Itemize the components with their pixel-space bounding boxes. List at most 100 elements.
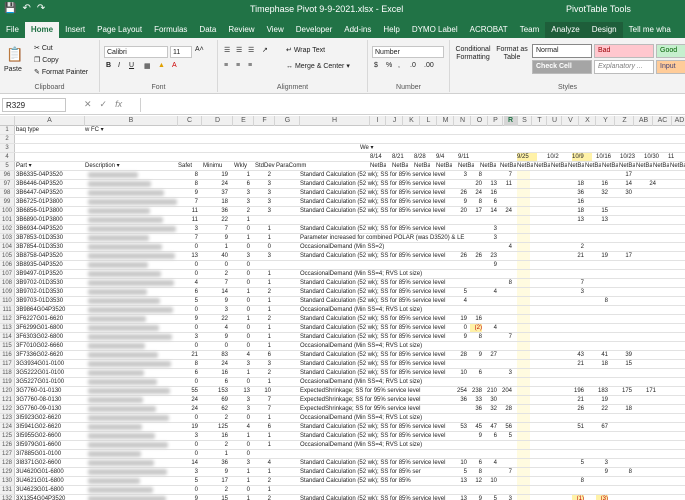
minimum-header[interactable]: Minimu (203, 162, 233, 170)
part-cell[interactable]: 3G5227G01-0100 (16, 378, 84, 386)
netbal-cell[interactable]: 47 (485, 423, 497, 431)
part-cell[interactable]: 3U4620G01-6800 (16, 468, 84, 476)
part-cell[interactable]: 3G3934G01-0100 (16, 360, 84, 368)
stddev-cell[interactable]: 6 (257, 423, 271, 431)
part-cell[interactable]: 3B7853-01D3530 (16, 234, 84, 242)
tab-view[interactable]: View (261, 22, 290, 38)
netbal-cell[interactable]: 23 (485, 252, 497, 260)
minimum-cell[interactable]: 18 (206, 198, 228, 206)
column-header-u[interactable]: U (548, 116, 562, 126)
netbal-cell[interactable]: 12 (470, 477, 482, 485)
column-header-p[interactable]: P (489, 116, 503, 126)
column-header-h[interactable]: H (300, 116, 370, 126)
safety-cell[interactable]: 8 (180, 360, 198, 368)
safety-cell[interactable]: 24 (180, 405, 198, 413)
weekly-cell[interactable]: 1 (236, 315, 250, 323)
column-header-ac[interactable]: AC (654, 116, 672, 126)
minimum-cell[interactable]: 22 (206, 315, 228, 323)
safety-cell[interactable]: 0 (180, 261, 198, 269)
filter-dropdown[interactable]: w FC ▾ (85, 126, 177, 134)
minimum-cell[interactable]: 9 (206, 234, 228, 242)
column-header-d[interactable]: D (203, 116, 233, 126)
paracomm-cell[interactable]: Standard Calculation (52 wk); SS for 85%… (300, 171, 466, 179)
netbal-cell[interactable]: 9 (470, 351, 482, 359)
minimum-cell[interactable]: 19 (206, 171, 228, 179)
safety-cell[interactable]: 6 (180, 288, 198, 296)
netbal-cell[interactable]: 7 (500, 171, 512, 179)
netbal-cell[interactable]: 6 (485, 432, 497, 440)
row-number[interactable]: 120 (0, 387, 15, 395)
safety-cell[interactable]: 8 (180, 180, 198, 188)
weekly-cell[interactable]: 1 (236, 216, 250, 224)
merge-center-button[interactable]: ↔ Merge & Center ▾ (286, 62, 350, 70)
part-cell[interactable]: 3I5923G02-6620 (16, 414, 84, 422)
netbal-cell[interactable]: 0 (455, 324, 467, 332)
orientation-icon[interactable]: ↗ (262, 46, 268, 54)
stddev-cell[interactable]: 2 (257, 369, 271, 377)
paracomm-cell[interactable]: ExpectedShrinkage; SS for 95% service le… (300, 405, 466, 413)
netbal-cell[interactable]: 21 (572, 252, 584, 260)
part-cell[interactable]: 3G7760-09-0130 (16, 405, 84, 413)
paracomm-cell[interactable]: ExpectedShrinkage; SS for 95% service le… (300, 387, 466, 395)
netbal-cell[interactable]: 8 (596, 297, 608, 305)
netbal-cell[interactable]: 6 (470, 459, 482, 467)
part-cell[interactable]: 3B7854-01D3530 (16, 243, 84, 251)
row-number[interactable]: 104 (0, 243, 15, 251)
netbal-cell[interactable]: 2 (572, 243, 584, 251)
paracomm-cell[interactable]: Parameter increased for combined POLAR (… (300, 234, 466, 242)
row-number[interactable]: 1 (0, 126, 15, 134)
stddev-cell[interactable]: 1 (257, 225, 271, 233)
netbal-cell[interactable]: 13 (455, 477, 467, 485)
weekly-cell[interactable]: 0 (236, 306, 250, 314)
column-header-v[interactable]: V (563, 116, 579, 126)
part-cell[interactable]: 3I8371G02-6600 (16, 459, 84, 467)
netbal-cell[interactable]: 33 (470, 396, 482, 404)
stddev-cell[interactable]: 1 (257, 279, 271, 287)
netbal-cell[interactable]: 9 (455, 333, 467, 341)
column-header-s[interactable]: S (518, 116, 532, 126)
paracomm-cell[interactable]: OccasionalDemand (Min SS=4; RVS Lot size… (300, 270, 466, 278)
safety-cell[interactable]: 5 (180, 477, 198, 485)
wrap-text-button[interactable]: ↵ Wrap Text (286, 46, 325, 54)
part-cell[interactable]: 3B6856-01P3800 (16, 207, 84, 215)
paracomm-cell[interactable]: Standard Calculation (52 wk); SS for 85%… (300, 360, 466, 368)
minimum-cell[interactable]: 125 (206, 423, 228, 431)
stddev-cell[interactable]: 1 (257, 378, 271, 386)
paracomm-cell[interactable] (300, 216, 466, 224)
weekly-cell[interactable]: 1 (236, 369, 250, 377)
netbal-cell[interactable]: 8 (470, 171, 482, 179)
minimum-cell[interactable]: 7 (206, 225, 228, 233)
row-number[interactable]: 132 (0, 495, 15, 500)
italic-button[interactable]: I (118, 62, 120, 69)
worksheet-grid[interactable]: 1 baq type w FC ▾ 2 3 We ▾ 4 8/14 8/21 8/28 9/4 9/1… (0, 126, 685, 500)
minimum-cell[interactable]: 9 (206, 333, 228, 341)
stddev-cell[interactable]: 2 (257, 288, 271, 296)
stddev-cell[interactable]: 1 (257, 324, 271, 332)
decrease-decimal-icon[interactable]: .00 (424, 62, 434, 69)
netbal-cell[interactable]: 16 (485, 189, 497, 197)
row-number[interactable]: 108 (0, 279, 15, 287)
format-as-table-button[interactable]: Format as Table (494, 46, 530, 62)
stddev-cell[interactable]: 2 (257, 315, 271, 323)
netbal-cell[interactable]: 7 (500, 468, 512, 476)
stddev-cell[interactable]: 1 (257, 306, 271, 314)
netbal-cell[interactable]: 3 (485, 225, 497, 233)
weekly-cell[interactable]: 0 (236, 342, 250, 350)
tab-page-layout[interactable]: Page Layout (91, 22, 148, 38)
stddev-cell[interactable]: 4 (257, 459, 271, 467)
safety-cell[interactable]: 0 (180, 486, 198, 494)
netbal-cell[interactable]: 196 (572, 387, 584, 395)
tab-team[interactable]: Team (514, 22, 546, 38)
row-number[interactable]: 99 (0, 198, 15, 206)
paracomm-cell[interactable]: Standard Calculation (52 wk); SS for 85%… (300, 324, 466, 332)
tab-file[interactable]: File (0, 22, 25, 38)
netbal-cell[interactable]: 6 (470, 369, 482, 377)
netbal-cell[interactable]: 27 (485, 351, 497, 359)
netbal-cell[interactable]: 4 (485, 324, 497, 332)
netbal-cell[interactable]: (2) (470, 324, 482, 332)
netbal-cell[interactable]: 5 (455, 288, 467, 296)
netbal-cell[interactable]: 210 (485, 387, 497, 395)
tab-acrobat[interactable]: ACROBAT (464, 22, 514, 38)
tab-formulas[interactable]: Formulas (148, 22, 193, 38)
weekly-cell[interactable]: 1 (236, 432, 250, 440)
